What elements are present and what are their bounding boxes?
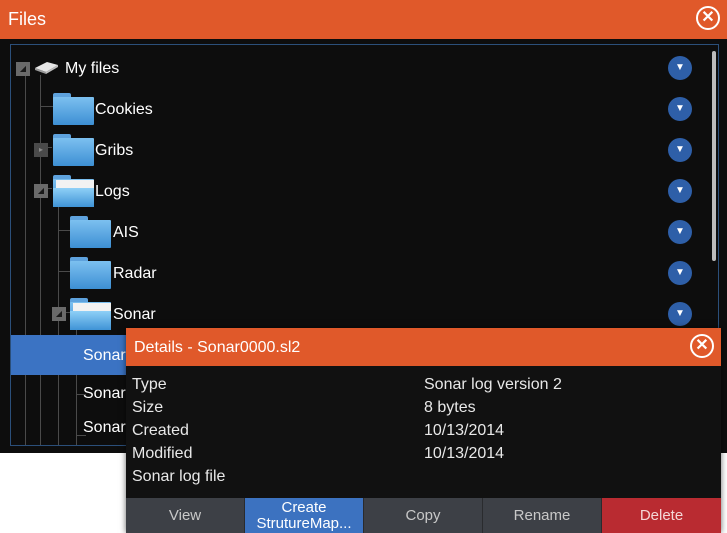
rename-button-label: Rename	[513, 506, 571, 524]
expand-toggle-icon[interactable]: ◢	[34, 184, 48, 198]
tree-row-ais[interactable]: AIS ▼	[11, 212, 718, 252]
tree-row-gribs[interactable]: ▸ Gribs ▼	[11, 130, 718, 170]
detail-modified-value: 10/13/2014	[424, 445, 505, 462]
delete-button-label: Delete	[639, 506, 684, 524]
folder-open-icon	[70, 298, 111, 330]
detail-modified-label: Modified	[132, 445, 193, 462]
copy-button-label: Copy	[405, 506, 441, 524]
files-title: Files	[8, 9, 47, 29]
tree-item-label: Radar	[113, 265, 157, 282]
detail-created-label: Created	[132, 422, 189, 439]
tree-item-label: Cookies	[95, 101, 153, 118]
tree-item-label: Sonar	[83, 419, 126, 436]
detail-created-value: 10/13/2014	[424, 422, 505, 439]
tree-item-label: My files	[65, 60, 120, 77]
create-structuremap-button[interactable]: Create StrutureMap...	[245, 498, 364, 533]
chevron-down-icon[interactable]: ▼	[668, 56, 692, 80]
tree-item-label: Sonar	[83, 385, 126, 402]
view-button[interactable]: View	[126, 498, 245, 533]
details-button-bar: View Create StrutureMap... Copy Rename D…	[126, 498, 721, 533]
details-titlebar: Details - Sonar0000.sl2 ✕	[126, 328, 721, 366]
detail-description: Sonar log file	[132, 468, 226, 485]
files-titlebar: Files ✕	[0, 0, 727, 39]
create-button-label-line1: Create	[281, 498, 327, 516]
details-close-icon[interactable]: ✕	[690, 334, 714, 358]
create-button-label-line2: StrutureMap...	[256, 514, 352, 532]
chevron-down-icon[interactable]: ▼	[668, 179, 692, 203]
delete-button[interactable]: Delete	[602, 498, 721, 533]
tree-item-label: Gribs	[95, 142, 134, 159]
tree-row-cookies[interactable]: Cookies ▼	[11, 89, 718, 129]
drive-icon	[35, 62, 58, 74]
tree-item-label: Sonar	[83, 347, 126, 364]
chevron-down-icon[interactable]: ▼	[668, 302, 692, 326]
details-dialog: Details - Sonar0000.sl2 ✕ Type Sonar log…	[126, 328, 721, 533]
chevron-down-icon[interactable]: ▼	[668, 220, 692, 244]
chevron-down-icon[interactable]: ▼	[668, 261, 692, 285]
folder-icon	[70, 216, 111, 248]
detail-type-label: Type	[132, 376, 167, 393]
folder-icon	[70, 257, 111, 289]
chevron-down-icon[interactable]: ▼	[668, 138, 692, 162]
tree-row-radar[interactable]: Radar ▼	[11, 253, 718, 293]
folder-icon	[53, 134, 94, 166]
tree-item-label: AIS	[113, 224, 139, 241]
detail-size-label: Size	[132, 399, 164, 416]
detail-type-value: Sonar log version 2	[424, 376, 562, 393]
folder-icon	[53, 93, 94, 125]
tree-row-my-files[interactable]: ◢ My files ▼	[11, 48, 718, 88]
tree-item-label: Sonar	[113, 306, 156, 323]
details-title: Details - Sonar0000.sl2	[134, 339, 301, 356]
rename-button[interactable]: Rename	[483, 498, 602, 533]
expand-toggle-icon[interactable]: ◢	[52, 307, 66, 321]
detail-size-value: 8 bytes	[424, 399, 476, 416]
tree-row-logs[interactable]: ◢ Logs ▼	[11, 171, 718, 211]
files-close-icon[interactable]: ✕	[696, 6, 720, 30]
folder-open-icon	[53, 175, 94, 207]
tree-item-label: Logs	[95, 183, 130, 200]
expand-toggle-icon[interactable]: ◢	[16, 62, 30, 76]
copy-button[interactable]: Copy	[364, 498, 483, 533]
expand-toggle-icon[interactable]: ▸	[34, 143, 48, 157]
chevron-down-icon[interactable]: ▼	[668, 97, 692, 121]
view-button-label: View	[168, 506, 202, 524]
